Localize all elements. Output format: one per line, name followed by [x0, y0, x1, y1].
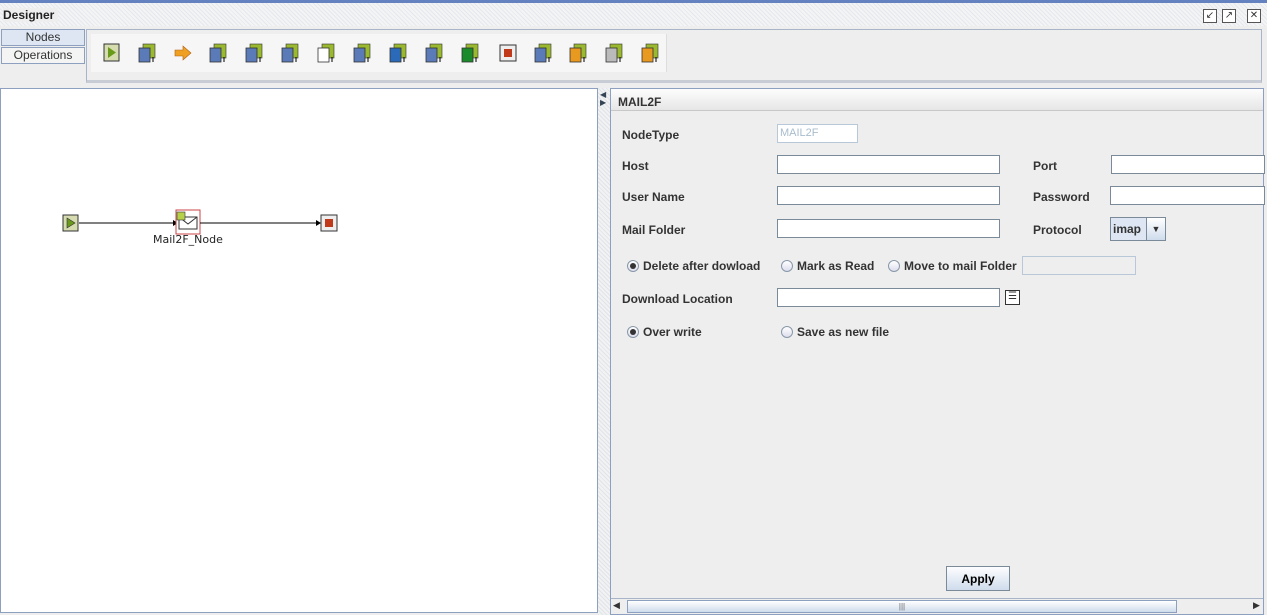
- properties-panel: MAIL2F NodeType MAIL2F Host Port User Na…: [610, 88, 1265, 615]
- title-bar: Designer ↙ ↗ ✕: [0, 0, 1267, 26]
- host-label: Host: [622, 159, 649, 173]
- protocol-value: imap: [1113, 222, 1142, 236]
- arrow-node-icon[interactable]: [173, 43, 193, 63]
- radio-icon: [627, 260, 639, 272]
- horizontal-scrollbar[interactable]: ◀ ||| ▶: [611, 598, 1263, 614]
- stop-node-icon[interactable]: [320, 214, 338, 232]
- protocol-label: Protocol: [1033, 223, 1082, 237]
- file-mail-icon[interactable]: [352, 43, 372, 63]
- download-location-label: Download Location: [622, 292, 733, 306]
- port-label: Port: [1033, 159, 1057, 173]
- mark-as-read-radio[interactable]: Mark as Read: [781, 259, 874, 273]
- maximize-icon[interactable]: ↗: [1222, 9, 1236, 23]
- radio-label: Mark as Read: [797, 259, 875, 273]
- move-folder-input: [1022, 256, 1136, 275]
- scrollbar-thumb[interactable]: |||: [627, 600, 1177, 613]
- username-label: User Name: [622, 190, 685, 204]
- password-label: Password: [1033, 190, 1090, 204]
- scroll-left-icon[interactable]: ◀: [613, 600, 620, 611]
- move-to-folder-radio[interactable]: Move to mail Folder: [888, 259, 1017, 273]
- browse-icon[interactable]: ☰: [1005, 290, 1020, 305]
- delete-after-download-radio[interactable]: Delete after dowload: [627, 259, 760, 273]
- tab-operations[interactable]: Operations: [1, 47, 85, 64]
- mailfolder-input[interactable]: [777, 219, 1000, 238]
- overwrite-radio[interactable]: Over write: [627, 325, 702, 339]
- port-input[interactable]: [1111, 155, 1265, 174]
- radio-label: Save as new file: [797, 325, 890, 339]
- tab-nodes[interactable]: Nodes: [1, 29, 85, 46]
- mail2f-node-icon[interactable]: [316, 43, 336, 63]
- window-title: Designer: [3, 8, 59, 22]
- radio-icon: [888, 260, 900, 272]
- search-report-icon[interactable]: [533, 43, 553, 63]
- radio-label: Move to mail Folder: [904, 259, 1017, 273]
- excel-icon[interactable]: [460, 43, 480, 63]
- download-location-input[interactable]: [777, 288, 1000, 307]
- database-node-icon[interactable]: [137, 43, 157, 63]
- start-node-icon[interactable]: [62, 214, 79, 232]
- panel-title: MAIL2F: [611, 89, 1263, 111]
- file-database-icon[interactable]: [244, 43, 264, 63]
- mailfolder-label: Mail Folder: [622, 223, 686, 237]
- radio-icon: [781, 260, 793, 272]
- password-input[interactable]: [1110, 186, 1265, 205]
- database-export-icon[interactable]: [208, 43, 228, 63]
- radio-icon: [627, 326, 639, 338]
- designer-canvas[interactable]: Mail2F_Node: [0, 88, 598, 613]
- apply-button[interactable]: Apply: [946, 566, 1010, 591]
- username-input[interactable]: [777, 186, 1000, 205]
- save-as-new-radio[interactable]: Save as new file: [781, 325, 889, 339]
- file-database-import-icon[interactable]: [424, 43, 444, 63]
- stop-node-icon[interactable]: [498, 43, 518, 63]
- chevron-down-icon[interactable]: ▼: [1146, 218, 1165, 240]
- mail2f-node-icon[interactable]: [175, 209, 201, 235]
- radio-label: Delete after dowload: [643, 259, 761, 273]
- host-input[interactable]: [777, 155, 1000, 174]
- close-icon[interactable]: ✕: [1247, 9, 1261, 23]
- xml-db-icon[interactable]: [568, 43, 588, 63]
- scroll-right-icon[interactable]: ▶: [1253, 600, 1260, 611]
- xml-export-icon[interactable]: [640, 43, 660, 63]
- web-service-icon[interactable]: [388, 43, 408, 63]
- split-pane-divider[interactable]: ◀ ▶: [598, 88, 610, 615]
- converter-icon[interactable]: [604, 43, 624, 63]
- node-toolbar: [86, 29, 1262, 83]
- node-label: Mail2F_Node: [153, 233, 223, 246]
- radio-label: Over write: [643, 325, 702, 339]
- palette-tabs: Nodes Operations: [0, 28, 86, 86]
- start-node-icon[interactable]: [102, 43, 122, 63]
- protocol-select[interactable]: imap ▼: [1110, 217, 1166, 241]
- file-transfer-icon[interactable]: [280, 43, 300, 63]
- minimize-icon[interactable]: ↙: [1203, 9, 1217, 23]
- nodetype-label: NodeType: [622, 128, 680, 142]
- collapse-right-icon[interactable]: ▶: [600, 98, 606, 107]
- radio-icon: [781, 326, 793, 338]
- nodetype-field: MAIL2F: [777, 124, 858, 143]
